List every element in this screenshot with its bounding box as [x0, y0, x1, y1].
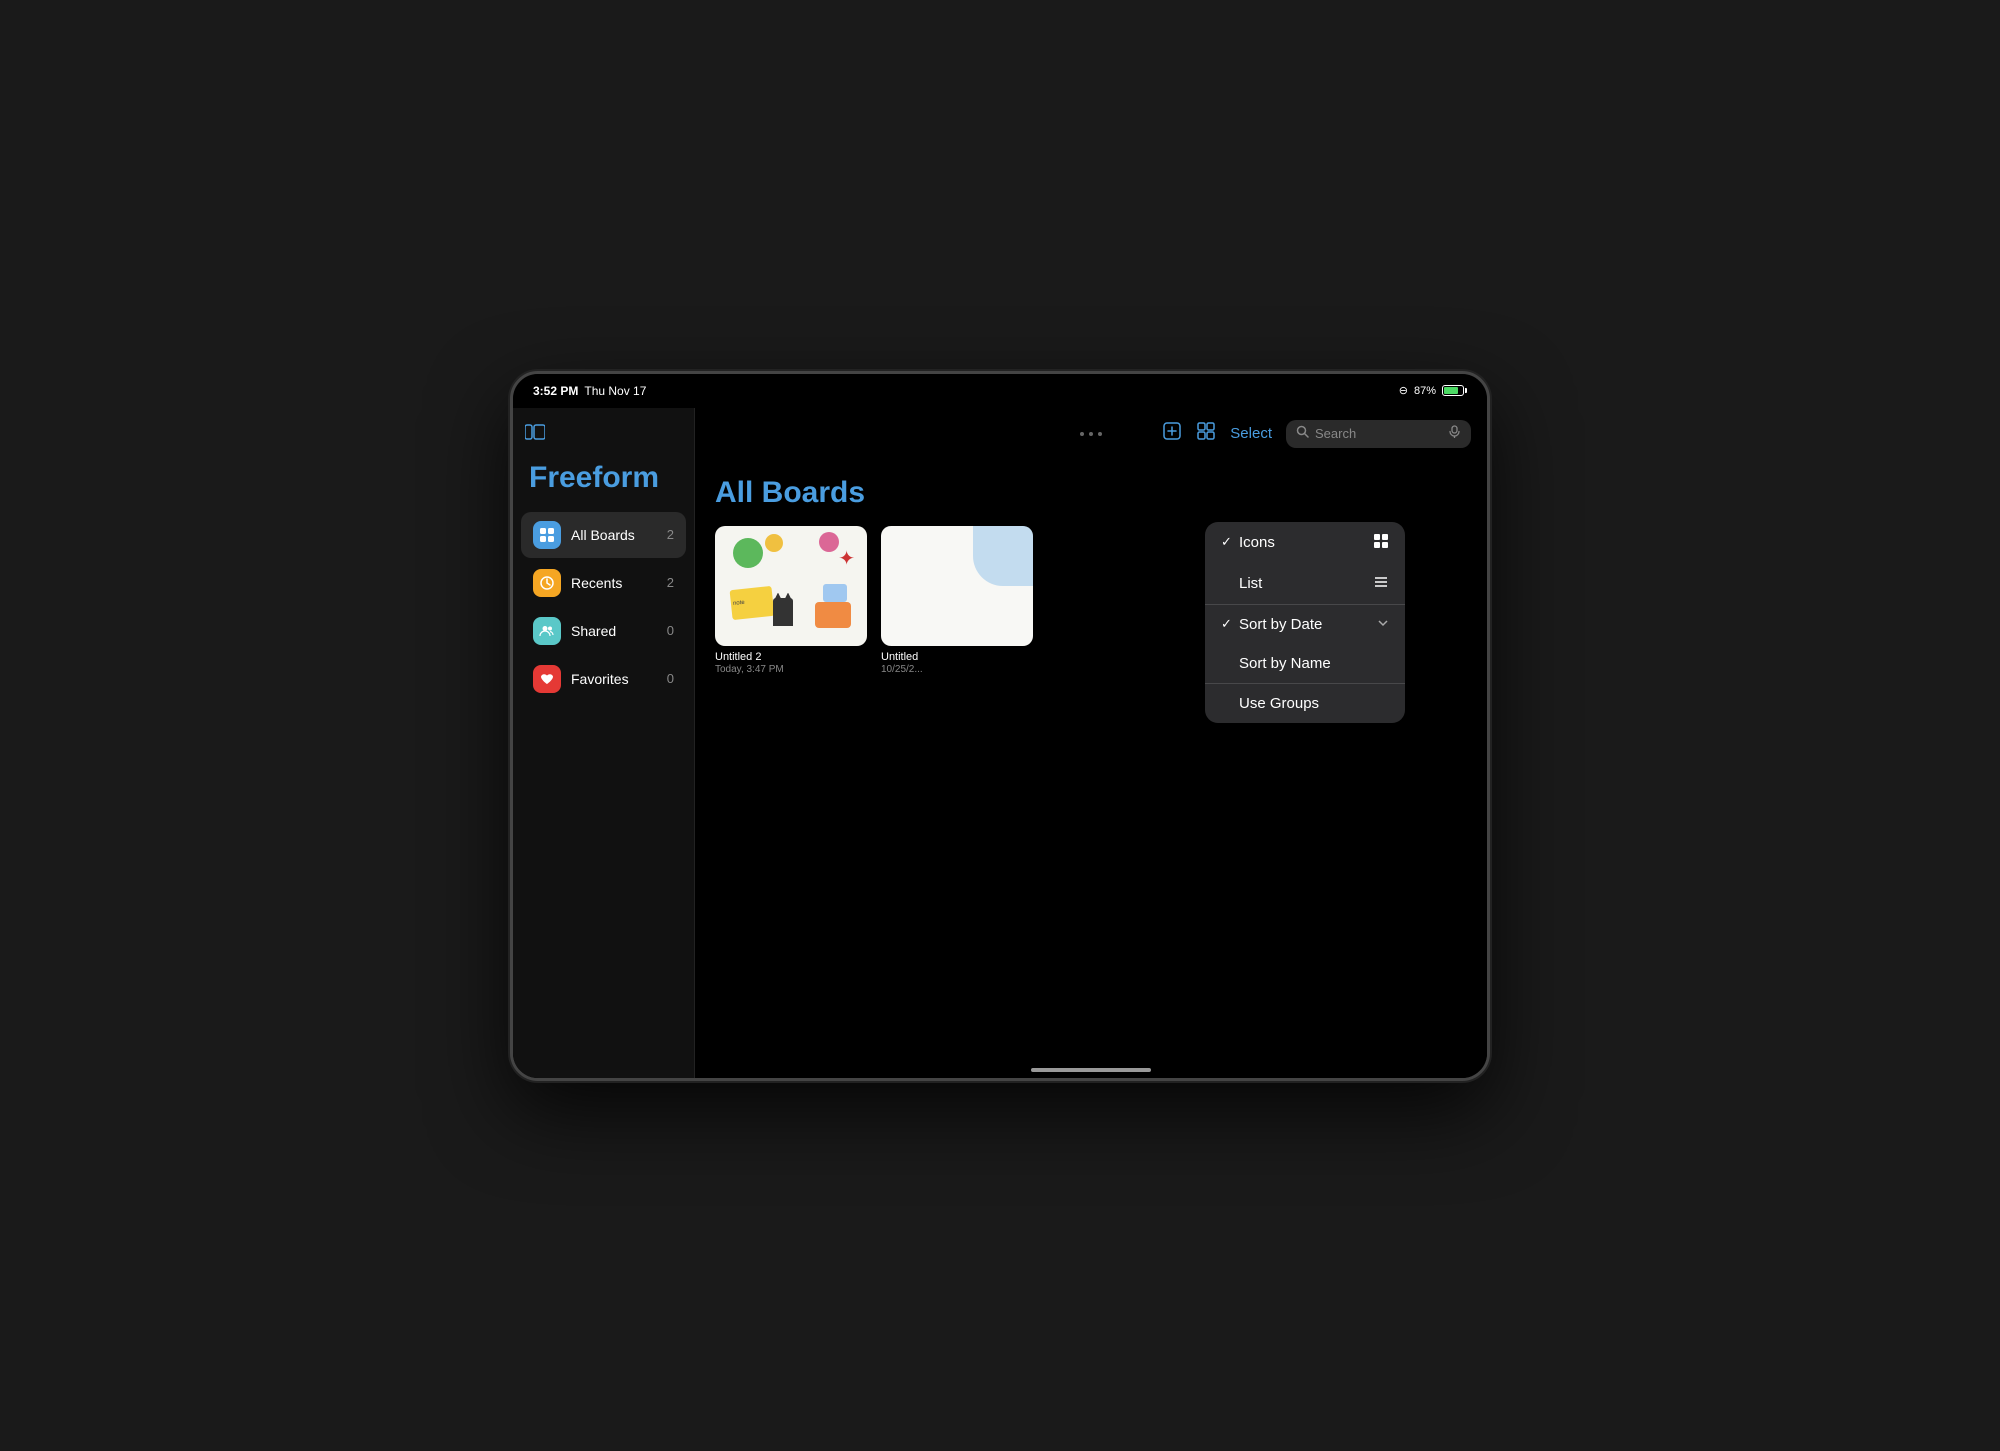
dropdown-label-list: List: [1239, 575, 1373, 592]
battery-bar: [1442, 385, 1467, 396]
app-container: Freeform All Boards 2: [513, 408, 1487, 1078]
favorites-icon: [533, 665, 561, 693]
sidebar-item-shared[interactable]: Shared 0: [521, 608, 686, 654]
all-boards-icon: [533, 521, 561, 549]
board-card-info-1: Untitled 2 Today, 3:47 PM: [715, 651, 867, 675]
dropdown-item-use-groups[interactable]: Use Groups: [1205, 684, 1405, 723]
dropdown-label-use-groups: Use Groups: [1239, 695, 1389, 712]
orange-card: [815, 602, 851, 628]
sidebar-item-count-recents: 2: [667, 575, 674, 590]
board-thumbnail-1: ✦ note: [715, 526, 867, 646]
sidebar-item-count-favorites: 0: [667, 671, 674, 686]
sidebar-item-label-favorites: Favorites: [571, 671, 667, 687]
search-placeholder: Search: [1315, 426, 1442, 441]
shape-yellow-ball: [765, 534, 783, 552]
dropdown-label-sort-date: Sort by Date: [1239, 616, 1373, 633]
battery-fill: [1444, 387, 1458, 394]
dropdown-item-icons[interactable]: ✓ Icons: [1205, 522, 1405, 563]
sidebar-item-all-boards[interactable]: All Boards 2: [521, 512, 686, 558]
board2-accent: [973, 526, 1033, 586]
shape-pink-ball: [819, 532, 839, 552]
dropdown-label-sort-name: Sort by Name: [1239, 655, 1389, 672]
app-title: Freeform: [513, 453, 694, 511]
board-card-date-2: 10/25/2...: [881, 664, 1033, 675]
new-board-button[interactable]: [1162, 421, 1182, 446]
status-date: Thu Nov 17: [584, 384, 646, 398]
grid-view-button[interactable]: [1196, 421, 1216, 446]
dropdown-item-sort-date[interactable]: ✓ Sort by Date: [1205, 605, 1405, 644]
board-card-title-2: Untitled: [881, 651, 1033, 663]
recents-icon: [533, 569, 561, 597]
battery-tip: [1465, 388, 1467, 393]
dot1: [1080, 432, 1084, 436]
main-content: Select Search: [695, 408, 1487, 1078]
dropdown-menu: ✓ Icons: [1205, 522, 1405, 723]
toolbar: Select Search: [695, 408, 1487, 460]
status-time: 3:52 PM: [533, 384, 578, 398]
blue-card: [823, 584, 847, 602]
dropdown-item-list[interactable]: List: [1205, 563, 1405, 604]
icons-check: ✓: [1221, 534, 1239, 550]
board-card-1[interactable]: ✦ note: [715, 526, 867, 675]
status-bar: 3:52 PM Thu Nov 17 ⊖ 87%: [513, 374, 1487, 408]
sidebar-item-favorites[interactable]: Favorites 0: [521, 656, 686, 702]
board-card-title-1: Untitled 2: [715, 651, 867, 663]
sidebar-header: [513, 420, 694, 453]
board-thumbnail-2: [881, 526, 1033, 646]
battery-pct: 87%: [1414, 385, 1436, 397]
sidebar-item-count-all-boards: 2: [667, 527, 674, 542]
board-card-info-2: Untitled 10/25/2...: [881, 651, 1033, 675]
sidebar-item-label-all-boards: All Boards: [571, 527, 667, 543]
content-area: All Boards ✦ note: [695, 460, 1487, 1078]
sidebar-item-count-shared: 0: [667, 623, 674, 638]
sidebar-item-label-recents: Recents: [571, 575, 667, 591]
home-indicator: [1031, 1068, 1151, 1072]
status-right: ⊖ 87%: [1399, 384, 1467, 397]
mic-icon[interactable]: [1448, 425, 1461, 443]
board-content-1: ✦ note: [715, 526, 867, 646]
page-title: All Boards: [715, 476, 1467, 510]
dot3: [1098, 432, 1102, 436]
shape-green-ball: [733, 538, 763, 568]
board-card-2[interactable]: Untitled 10/25/2...: [881, 526, 1033, 675]
sort-date-chevron: [1377, 617, 1389, 632]
sidebar-toggle-icon[interactable]: [525, 424, 545, 445]
dragonfly-icon: ✦: [838, 546, 855, 571]
sidebar-item-recents[interactable]: Recents 2: [521, 560, 686, 606]
toolbar-dots: [1080, 432, 1102, 436]
search-icon: [1296, 425, 1309, 443]
list-icon: [1373, 574, 1389, 593]
wifi-icon: ⊖: [1399, 384, 1408, 397]
icons-grid-icon: [1373, 533, 1389, 552]
search-bar[interactable]: Search: [1286, 420, 1471, 448]
board-card-date-1: Today, 3:47 PM: [715, 664, 867, 675]
sort-date-check: ✓: [1221, 616, 1239, 632]
sticky-note-1: note: [730, 585, 775, 619]
dropdown-label-icons: Icons: [1239, 534, 1373, 551]
sidebar-item-label-shared: Shared: [571, 623, 667, 639]
sidebar: Freeform All Boards 2: [513, 408, 695, 1078]
battery-body: [1442, 385, 1464, 396]
cat-figure: [773, 598, 793, 626]
shared-icon: [533, 617, 561, 645]
toolbar-right: Select Search: [1162, 420, 1471, 448]
select-button[interactable]: Select: [1230, 425, 1272, 442]
dot2: [1089, 432, 1093, 436]
dropdown-item-sort-name[interactable]: Sort by Name: [1205, 644, 1405, 683]
device-frame: 3:52 PM Thu Nov 17 ⊖ 87%: [510, 371, 1490, 1081]
